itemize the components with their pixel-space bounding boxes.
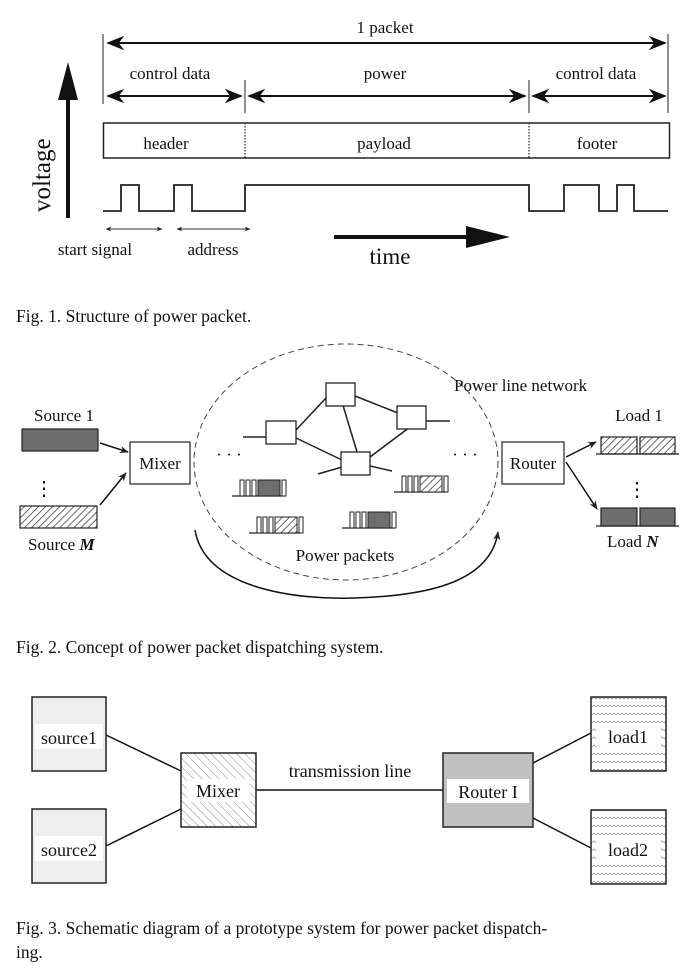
fig3-mixer-label: Mixer xyxy=(196,781,240,801)
load-1-packet xyxy=(639,436,676,455)
power-packet xyxy=(394,475,449,493)
fig1-structure-of-power-packet: voltage 1 packet control data power cont… xyxy=(29,18,671,269)
load-vdots: ⋮ xyxy=(627,479,647,501)
load-n-packet xyxy=(600,507,638,527)
source-m-prefix: Source xyxy=(28,535,79,554)
voltage-axis-label: voltage xyxy=(29,138,56,212)
network-node xyxy=(325,382,356,407)
load-n-prefix: Load xyxy=(607,532,646,551)
load-n-packet xyxy=(639,507,676,527)
voltage-waveform xyxy=(103,184,668,212)
source-m-to-mixer-arrow xyxy=(99,472,127,506)
source-m-block xyxy=(19,505,98,529)
power-packet xyxy=(232,479,287,497)
fig1-caption: Fig. 1. Structure of power packet. xyxy=(16,306,252,326)
source-1-to-mixer-arrow xyxy=(99,442,129,453)
load1-label: load1 xyxy=(608,727,648,747)
transmission-line-label: transmission line xyxy=(289,761,412,781)
source-m-label: Source M xyxy=(28,535,95,554)
router-to-load-n-arrow xyxy=(565,461,598,510)
source-1-block xyxy=(21,428,99,452)
span-label-payload: power xyxy=(364,64,407,83)
router-i-label: Router I xyxy=(458,782,517,802)
network-node xyxy=(340,451,371,476)
network-node xyxy=(396,405,427,430)
network-left-ellipsis: · · · xyxy=(216,445,241,464)
fig3-caption-line2: ing. xyxy=(16,942,43,962)
start-signal-label: start signal xyxy=(58,240,132,259)
segment-header: header xyxy=(143,134,189,153)
router-to-load2-line xyxy=(532,817,592,849)
figure-canvas: voltage 1 packet control data power cont… xyxy=(19,18,679,885)
power-packet xyxy=(342,511,397,529)
fig2-router-label: Router xyxy=(510,454,557,473)
load-1-packet xyxy=(600,436,638,455)
source-m-variable: M xyxy=(78,535,95,554)
voltage-axis-arrowhead-icon xyxy=(58,62,78,100)
network-right-ellipsis: · · · xyxy=(452,445,477,464)
span-label-packet: 1 packet xyxy=(356,18,413,37)
source2-label: source2 xyxy=(41,840,97,860)
network-node xyxy=(265,420,297,445)
power-line-network-label: Power line network xyxy=(454,376,588,395)
power-packet-glyphs xyxy=(232,475,449,534)
span-label-header: control data xyxy=(130,64,211,83)
load-n-variable: N xyxy=(645,532,659,551)
load-1-label: Load 1 xyxy=(615,406,663,425)
time-axis-label: time xyxy=(370,244,411,269)
source2-to-mixer-line xyxy=(105,808,182,847)
address-label: address xyxy=(188,240,239,259)
time-axis-arrowhead-icon xyxy=(466,226,510,248)
segment-payload: payload xyxy=(357,134,411,153)
fig2-power-packet-dispatching-concept: Power line network Source 1 ⋮ Source M M… xyxy=(19,343,679,599)
span-label-footer: control data xyxy=(556,64,637,83)
power-packets-label: Power packets xyxy=(296,546,395,565)
router-to-load1-line xyxy=(532,732,592,764)
router-to-load-1-arrow xyxy=(565,441,597,458)
source-vdots: ⋮ xyxy=(34,478,54,500)
fig2-mixer-label: Mixer xyxy=(139,454,181,473)
segment-footer: footer xyxy=(577,134,618,153)
source1-to-mixer-line xyxy=(105,734,182,772)
power-packet xyxy=(249,516,304,534)
source-1-label: Source 1 xyxy=(34,406,94,425)
fig3-prototype-schematic: source1 source2 Mixer transmission line … xyxy=(31,696,667,885)
fig3-caption-line1: Fig. 3. Schematic diagram of a prototype… xyxy=(16,918,548,938)
source1-label: source1 xyxy=(41,728,97,748)
fig2-caption: Fig. 2. Concept of power packet dispatch… xyxy=(16,637,384,657)
load2-label: load2 xyxy=(608,840,648,860)
load-n-label: Load N xyxy=(607,532,659,551)
